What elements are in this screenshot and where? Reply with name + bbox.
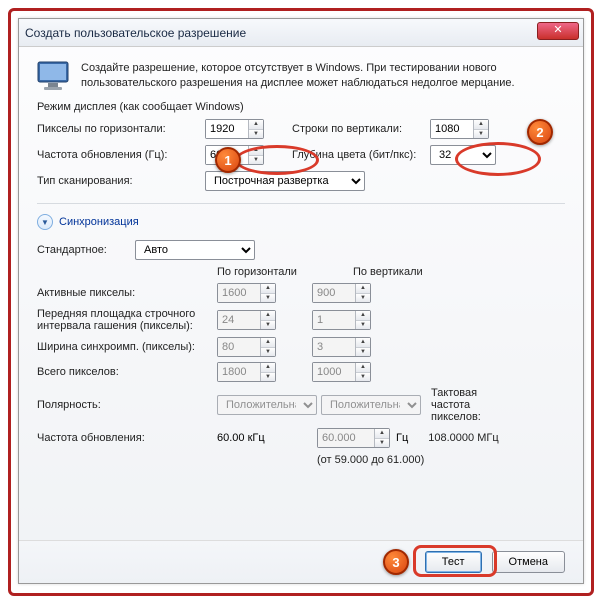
- porch-h-spinner: ▲▼: [217, 310, 276, 330]
- active-h-spinner: ▲▼: [217, 283, 276, 303]
- std-label: Стандартное:: [37, 244, 127, 256]
- sync-title: Синхронизация: [59, 216, 139, 228]
- pclk-label: Тактовая частота пикселов:: [431, 387, 501, 423]
- v-lines-spinner[interactable]: ▲▼: [430, 119, 489, 139]
- polarity-v-select: Положительная: [321, 395, 421, 415]
- h-pixels-input[interactable]: [206, 120, 248, 138]
- porch-v-spinner: ▲▼: [312, 310, 371, 330]
- mode-group-label: Режим дисплея (как сообщает Windows): [37, 101, 565, 113]
- polarity-label: Полярность:: [37, 399, 217, 411]
- total-label: Всего пикселов:: [37, 366, 217, 378]
- active-v-spinner: ▲▼: [312, 283, 371, 303]
- spin-down-icon[interactable]: ▼: [249, 129, 263, 139]
- pclk-value: 108.0000 МГц: [428, 432, 498, 444]
- refresh-label: Частота обновления (Гц):: [37, 149, 197, 161]
- polarity-h-select: Положительная: [217, 395, 317, 415]
- dialog-window: Создать пользовательское разрешение ✕ Со…: [18, 18, 584, 584]
- h-pixels-spinner[interactable]: ▲▼: [205, 119, 264, 139]
- titlebar: Создать пользовательское разрешение ✕: [19, 19, 583, 47]
- v-lines-label: Строки по вертикали:: [292, 123, 422, 135]
- window-title: Создать пользовательское разрешение: [25, 26, 246, 40]
- refresh-spinner[interactable]: ▲▼: [205, 145, 264, 165]
- width-h-spinner: ▲▼: [217, 337, 276, 357]
- hz-unit: Гц: [396, 432, 408, 444]
- depth-label: Глубина цвета (бит/пкс):: [292, 149, 422, 161]
- col-v-header: По вертикали: [353, 266, 423, 278]
- test-button[interactable]: Тест: [425, 551, 482, 573]
- h-pixels-label: Пикселы по горизонтали:: [37, 123, 197, 135]
- active-label: Активные пикселы:: [37, 287, 217, 299]
- total-v-spinner: ▲▼: [312, 362, 371, 382]
- scan-label: Тип сканирования:: [37, 175, 197, 187]
- refresh-range: (от 59.000 до 61.000): [317, 454, 565, 466]
- refresh-hz-spinner: ▲▼: [317, 428, 390, 448]
- refresh2-label: Частота обновления:: [37, 432, 217, 444]
- v-lines-input[interactable]: [431, 120, 473, 138]
- scan-select[interactable]: Построчная развертка: [205, 171, 365, 191]
- close-button[interactable]: ✕: [537, 22, 579, 40]
- intro-text: Создайте разрешение, которое отсутствует…: [81, 61, 565, 91]
- col-h-header: По горизонтали: [217, 266, 297, 278]
- porch-label: Передняя площадка строчного интервала га…: [37, 308, 217, 332]
- width-v-spinner: ▲▼: [312, 337, 371, 357]
- monitor-icon: [37, 61, 71, 91]
- cancel-button[interactable]: Отмена: [492, 551, 565, 573]
- spin-up-icon[interactable]: ▲: [249, 120, 263, 129]
- refresh-khz: 60.00 кГц: [217, 432, 277, 444]
- total-h-spinner: ▲▼: [217, 362, 276, 382]
- width-label: Ширина синхроимп. (пикселы):: [37, 341, 217, 353]
- std-select[interactable]: Авто: [135, 240, 255, 260]
- sync-expander[interactable]: ▼ Синхронизация: [37, 214, 565, 230]
- chevron-down-icon: ▼: [37, 214, 53, 230]
- depth-select[interactable]: 32: [430, 145, 496, 165]
